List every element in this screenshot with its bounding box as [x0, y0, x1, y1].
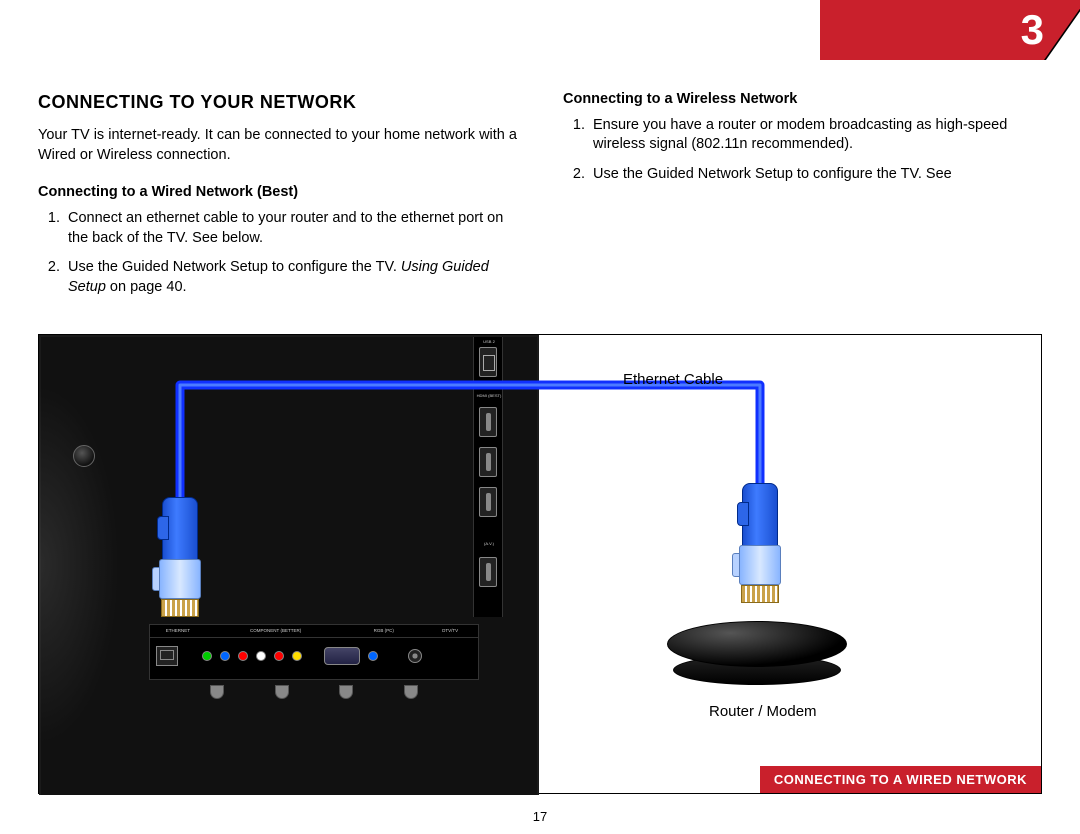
hdmi-port-icon [479, 447, 497, 477]
chapter-number: 3 [1021, 6, 1044, 54]
plug-boot [162, 497, 198, 563]
diagram-caption: CONNECTING TO A WIRED NETWORK [760, 766, 1041, 793]
plug-pins [741, 585, 779, 603]
rgb-label: RGB (PC) [345, 628, 422, 637]
rca-blue-icon [220, 651, 230, 661]
rca-white-icon [256, 651, 266, 661]
wiring-diagram: USB 2 HDMI (BEST) (A.V.) ETHERNET COMPON… [38, 334, 1042, 794]
ethernet-cable-label: Ethernet Cable [623, 371, 723, 388]
wired-step-2a: Use the Guided Network Setup to configur… [68, 259, 401, 275]
rca-red-icon [274, 651, 284, 661]
wired-steps: Connect an ethernet cable to your router… [38, 209, 517, 297]
left-column: CONNECTING TO YOUR NETWORK Your TV is in… [38, 90, 517, 307]
hdmi-port-icon [479, 557, 497, 587]
hdmi-port-icon [479, 487, 497, 517]
page-number: 17 [0, 809, 1080, 824]
plug-body [159, 559, 201, 599]
foot-icon [275, 685, 289, 699]
tv-back-panel: USB 2 HDMI (BEST) (A.V.) ETHERNET COMPON… [39, 335, 539, 795]
side-port-column: USB 2 HDMI (BEST) (A.V.) [473, 337, 503, 617]
wired-step-2: Use the Guided Network Setup to configur… [64, 258, 517, 297]
section-title: CONNECTING TO YOUR NETWORK [38, 90, 517, 114]
wireless-steps: Ensure you have a router or modem broadc… [563, 116, 1042, 185]
foot-icon [210, 685, 224, 699]
rca-green-icon [202, 651, 212, 661]
wireless-step-1: Ensure you have a router or modem broadc… [589, 116, 1042, 155]
wired-heading: Connecting to a Wired Network (Best) [38, 183, 517, 203]
chapter-tab: 3 [820, 0, 1080, 60]
tv-highlight [39, 385, 119, 745]
ethernet-port-icon [156, 646, 178, 666]
wired-step-1: Connect an ethernet cable to your router… [64, 209, 517, 248]
wireless-heading: Connecting to a Wireless Network [563, 90, 1042, 110]
router-top [667, 621, 847, 667]
strip-labels: ETHERNET COMPONENT (BETTER) RGB (PC) DTV… [150, 628, 478, 638]
content-area: CONNECTING TO YOUR NETWORK Your TV is in… [38, 90, 1042, 307]
audio-jack-icon [368, 651, 378, 661]
rca-yellow-icon [292, 651, 302, 661]
vga-port-icon [324, 647, 360, 665]
strip-ports [156, 643, 472, 669]
plug-body [739, 545, 781, 585]
rca-red-icon [238, 651, 248, 661]
hdmi-port-icon [479, 407, 497, 437]
usb-port-icon [479, 347, 497, 377]
plug-boot [742, 483, 778, 549]
rj45-plug-router [739, 483, 781, 603]
av-label: (A.V.) [473, 541, 505, 546]
wireless-step-2: Use the Guided Network Setup to configur… [589, 165, 1042, 185]
component-label: COMPONENT (BETTER) [206, 628, 346, 637]
intro-text: Your TV is internet-ready. It can be con… [38, 126, 517, 165]
rj45-plug-tv [159, 497, 201, 617]
ethernet-label: ETHERNET [150, 628, 206, 637]
dtv-label: DTV/TV [422, 628, 478, 637]
right-column: Connecting to a Wireless Network Ensure … [563, 90, 1042, 307]
plug-pins [161, 599, 199, 617]
router-label: Router / Modem [709, 703, 889, 771]
router-icon [667, 621, 847, 689]
tv-feet [159, 685, 469, 695]
hdmi-label: HDMI (BEST) [473, 393, 505, 398]
wired-step-2c: on page 40. [106, 279, 187, 295]
coax-port-icon [408, 649, 422, 663]
bottom-port-strip: ETHERNET COMPONENT (BETTER) RGB (PC) DTV… [149, 624, 479, 680]
screw-icon [73, 445, 95, 467]
usb-label: USB 2 [473, 339, 505, 344]
